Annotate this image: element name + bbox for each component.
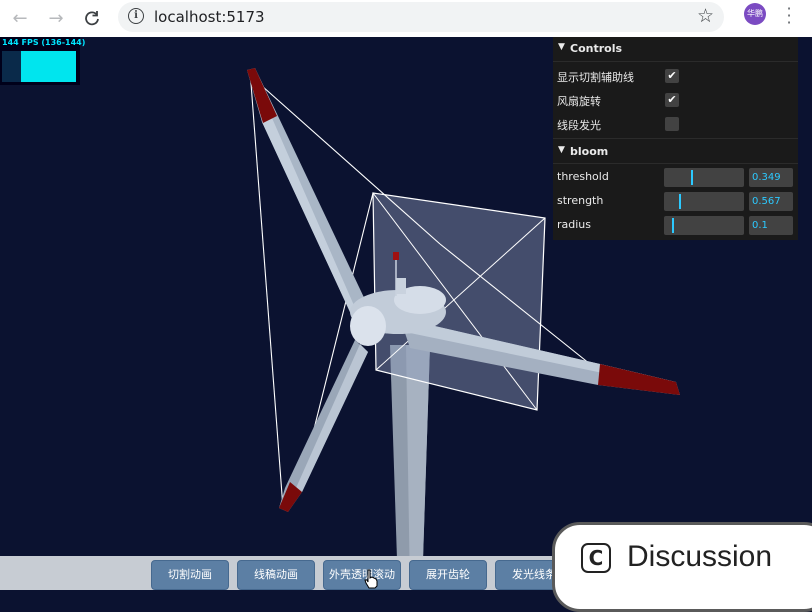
chevron-down-icon: ▼ [558,42,565,52]
forward-arrow-icon[interactable]: → [42,4,70,32]
controls-title: Controls [570,42,623,55]
beacon-light [393,252,399,260]
toggle-show-cut-helper[interactable]: 显示切割辅助线 ✔ [553,64,798,88]
discussion-badge[interactable]: C Discussion [552,522,812,612]
copyright-c-icon: C [581,543,611,573]
browser-menu-icon[interactable]: · · · [783,1,795,31]
slider-label: radius [557,218,592,231]
strength-value[interactable]: 0.567 [749,192,793,211]
toggle-line-glow[interactable]: 线段发光 [553,112,798,136]
slider-label: strength [557,194,604,207]
toggle-fan-rotate[interactable]: 风扇旋转 ✔ [553,88,798,112]
checkbox-checked[interactable]: ✔ [665,69,679,83]
discussion-label: Discussion [627,540,773,573]
fps-meter[interactable]: 144 FPS (136-144) [0,37,85,85]
bloom-folder-header[interactable]: ▼ bloom [553,140,798,164]
radius-value[interactable]: 0.1 [749,216,793,235]
turbine-hub [350,306,386,346]
bookmark-star-icon[interactable]: ☆ [697,5,714,27]
controls-folder-header[interactable]: ▼ Controls [553,37,798,61]
hand-cursor-icon [364,569,378,589]
fps-graph [2,51,76,82]
reload-icon[interactable] [78,4,106,32]
shell-transparent-scroll-button[interactable]: 外壳透明滚动 [323,560,401,590]
slider-row-threshold: threshold 0.349 [553,165,798,189]
checkbox-unchecked[interactable] [665,117,679,131]
bloom-title: bloom [570,145,609,158]
slider-row-radius: radius 0.1 [553,213,798,237]
controls-panel: ▼ Controls 显示切割辅助线 ✔ 风扇旋转 ✔ 线段发光 ▼ bloom… [553,37,798,240]
address-bar[interactable]: i localhost:5173 ☆ [118,2,724,32]
slider-row-strength: strength 0.567 [553,189,798,213]
blade-tip-right [598,364,680,395]
slider-label: threshold [557,170,609,183]
site-info-icon[interactable]: i [128,8,144,24]
wireframe-animation-button[interactable]: 线稿动画 [237,560,315,590]
expand-gears-button[interactable]: 展开齿轮 [409,560,487,590]
radius-slider[interactable] [664,216,744,235]
url-text[interactable]: localhost:5173 [154,8,265,26]
toggle-label: 风扇旋转 [557,95,601,108]
back-arrow-icon[interactable]: ← [6,4,34,32]
strength-slider[interactable] [664,192,744,211]
profile-avatar[interactable]: 华鹏 [744,3,766,25]
fps-label: 144 FPS (136-144) [2,38,86,47]
toggle-label: 线段发光 [557,119,601,132]
threshold-value[interactable]: 0.349 [749,168,793,187]
toggle-label: 显示切割辅助线 [557,71,634,84]
chevron-down-icon: ▼ [558,145,565,155]
browser-toolbar: ← → i localhost:5173 ☆ 华鹏 · · · [0,0,812,38]
threshold-slider[interactable] [664,168,744,187]
cut-animation-button[interactable]: 切割动画 [151,560,229,590]
checkbox-checked[interactable]: ✔ [665,93,679,107]
